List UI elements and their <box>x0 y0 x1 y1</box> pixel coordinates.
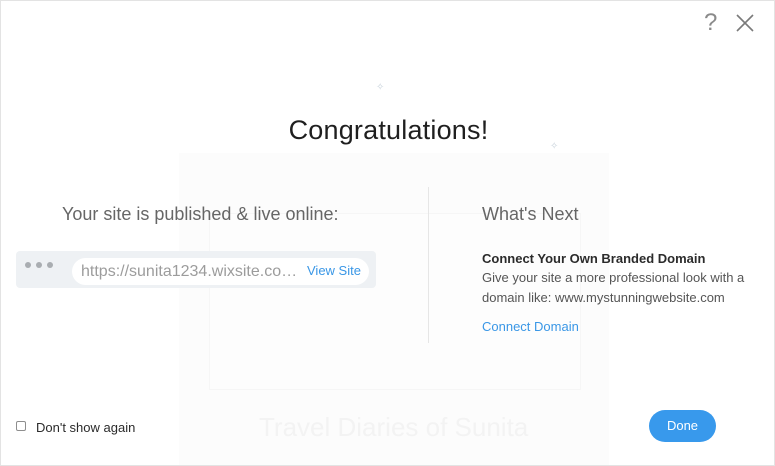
dialog-title: Congratulations! <box>288 115 489 145</box>
connect-domain-link[interactable]: Connect Domain <box>482 319 579 334</box>
column-divider <box>428 187 429 343</box>
published-heading: Your site is published & live online: <box>62 204 339 224</box>
site-url-field: https://sunita1234.wixsite.com/travel Vi… <box>72 258 369 285</box>
domain-promo-description: Give your site a more professional look … <box>482 270 745 305</box>
browser-dots-icon <box>25 262 53 268</box>
dont-show-again-checkbox[interactable] <box>16 421 26 431</box>
publish-success-dialog: Travel Diaries of Sunita ✧ ✧ ? Congratul… <box>0 0 775 466</box>
help-icon[interactable]: ? <box>704 9 717 37</box>
browser-address-bar: https://sunita1234.wixsite.com/travel Vi… <box>16 251 376 288</box>
whats-next-heading: What's Next <box>482 204 579 224</box>
site-url[interactable]: https://sunita1234.wixsite.com/travel <box>81 263 303 281</box>
view-site-link[interactable]: View Site <box>307 263 361 278</box>
sparkle-icon: ✧ <box>376 82 385 93</box>
close-icon[interactable] <box>734 12 756 34</box>
domain-promo-title: Connect Your Own Branded Domain <box>482 251 706 266</box>
dont-show-again-label[interactable]: Don't show again <box>36 420 135 435</box>
done-button[interactable]: Done <box>649 410 716 442</box>
site-preview-title: Travel Diaries of Sunita <box>259 412 529 442</box>
